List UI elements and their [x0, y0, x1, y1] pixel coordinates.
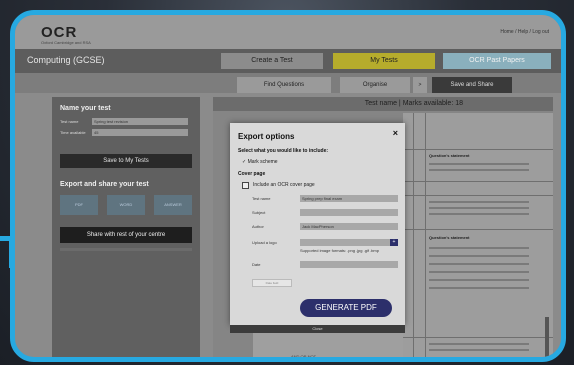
grid-line	[403, 195, 553, 196]
answer-button[interactable]: ANSWER	[154, 195, 192, 215]
author-label: Author	[252, 224, 264, 229]
date-field[interactable]: Date field	[252, 279, 292, 287]
grid-line	[403, 337, 553, 338]
upload-plus-icon[interactable]: +	[390, 239, 398, 246]
tab-find-questions[interactable]: Find Questions	[237, 77, 331, 93]
grid-column	[413, 113, 414, 357]
question-text-line	[429, 255, 529, 257]
question-text-line	[429, 349, 529, 351]
share-note	[60, 248, 192, 251]
name-test-heading: Name your test	[60, 105, 111, 112]
scrollbar[interactable]	[545, 317, 549, 357]
step-tabs: Find Questions Organise > Save and Share	[15, 73, 561, 93]
app-window: OCR Oxford Cambridge and RSA Home / Help…	[10, 10, 566, 362]
question-text-line	[429, 279, 529, 281]
top-bar: OCR Oxford Cambridge and RSA Home / Help…	[15, 15, 561, 49]
grid-line	[403, 229, 553, 230]
grid-column	[425, 113, 426, 357]
my-tests-button[interactable]: My Tests	[333, 53, 435, 69]
tab-save-share[interactable]: Save and Share	[432, 77, 512, 93]
question-text-line	[429, 169, 529, 171]
date-label: Date	[252, 262, 261, 267]
generate-pdf-button[interactable]: GENERATE PDF	[300, 299, 392, 317]
question-text-line	[429, 343, 529, 345]
share-centre-button[interactable]: Share with rest of your centre	[60, 227, 192, 243]
test-name-input[interactable]: Spring test revision	[92, 118, 188, 125]
question-text-line	[429, 163, 529, 165]
export-options-dialog: Export options × Select what you would l…	[230, 123, 405, 325]
left-panel: Name your test Test name Spring test rev…	[52, 97, 200, 357]
create-test-button[interactable]: Create a Test	[221, 53, 323, 69]
upload-hint: Supported image formats: .png .jpg .gif …	[300, 248, 379, 253]
question-row-title: Question's statement	[429, 153, 470, 158]
subject-label: Subject	[252, 210, 266, 215]
cover-page-label: Include an OCR cover page	[253, 182, 315, 188]
question-text-line	[429, 201, 529, 203]
question-text-line	[429, 247, 529, 249]
upload-logo-label: Upload a logo	[252, 240, 277, 245]
question-row-title: Question's statement	[429, 235, 470, 240]
grid-line	[403, 149, 553, 150]
dialog-footer-close[interactable]: Close	[230, 325, 405, 333]
time-label: Time available	[60, 130, 86, 135]
dialog-title: Export options	[238, 132, 295, 141]
top-links[interactable]: Home / Help / Log out	[500, 29, 549, 35]
grid-line	[403, 181, 553, 182]
subject-input[interactable]	[300, 209, 398, 216]
author-input[interactable]: Jack MacPherson	[300, 223, 398, 230]
include-heading: Select what you would like to include:	[238, 148, 329, 154]
dialog-test-name-label: Test name	[252, 196, 271, 201]
pdf-button[interactable]: PDF	[60, 195, 98, 215]
ocr-logo[interactable]: OCR	[41, 24, 77, 41]
word-button[interactable]: WORD	[107, 195, 145, 215]
dialog-test-name-input[interactable]: Spring prep final exam	[300, 195, 398, 202]
save-to-my-tests-button[interactable]: Save to My Tests	[60, 154, 192, 168]
page-title: Computing (GCSE)	[27, 55, 105, 65]
nav-bar: Computing (GCSE) Create a Test My Tests …	[15, 49, 561, 73]
question-text-line	[429, 287, 529, 289]
question-text-line	[429, 207, 529, 209]
logo-subtitle: Oxford Cambridge and RSA	[41, 40, 91, 45]
logic-table-text: AND OR NOT	[291, 354, 317, 359]
question-text-line	[429, 271, 529, 273]
question-text-line	[429, 213, 529, 215]
past-papers-button[interactable]: OCR Past Papers	[443, 53, 551, 69]
question-text-line	[429, 263, 529, 265]
time-input[interactable]: 45	[92, 129, 188, 136]
cover-page-checkbox[interactable]	[242, 182, 249, 189]
close-icon[interactable]: ×	[393, 128, 398, 138]
upload-logo-input[interactable]	[300, 239, 390, 246]
mark-scheme-checkbox[interactable]: ✓ Mark scheme	[242, 159, 278, 165]
test-name-label: Test name	[60, 119, 79, 124]
date-input[interactable]	[300, 261, 398, 268]
tab-organise[interactable]: Organise	[340, 77, 410, 93]
test-summary: Test name | Marks available: 18	[213, 97, 553, 111]
chevron-right-icon: >	[413, 77, 427, 93]
export-heading: Export and share your test	[60, 181, 149, 188]
cover-page-heading: Cover page	[238, 171, 266, 177]
